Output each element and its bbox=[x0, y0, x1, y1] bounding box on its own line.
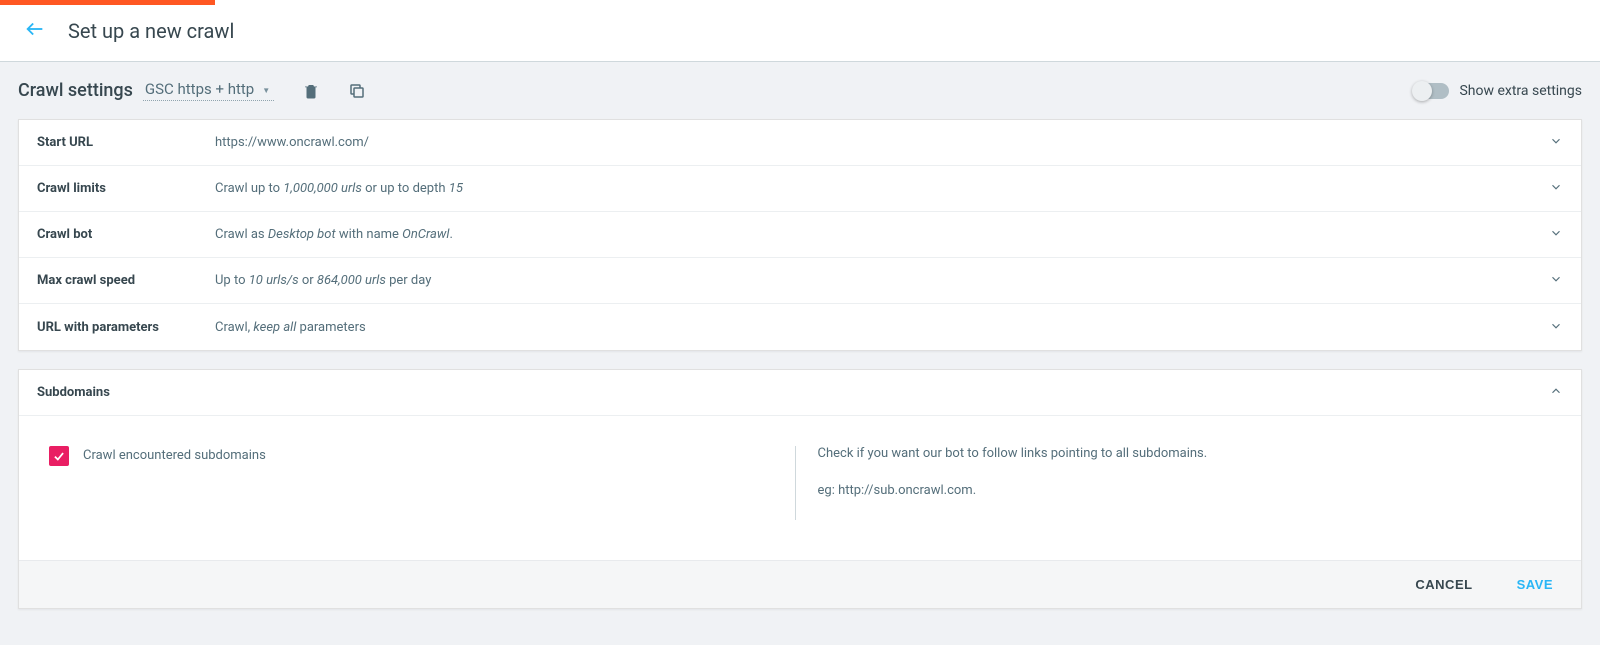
row-label: Start URL bbox=[37, 135, 215, 150]
chevron-down-icon bbox=[1549, 133, 1563, 152]
row-value: Up to 10 urls/s or 864,000 urls per day bbox=[215, 273, 1539, 288]
crawl-subdomains-label: Crawl encountered subdomains bbox=[83, 448, 266, 463]
save-button[interactable]: SAVE bbox=[1517, 577, 1553, 592]
subdomains-panel: Subdomains Crawl encountered subdomains … bbox=[18, 369, 1582, 609]
row-crawl-limits[interactable]: Crawl limits Crawl up to 1,000,000 urls … bbox=[19, 166, 1581, 212]
chevron-up-icon bbox=[1549, 383, 1563, 402]
crawl-settings-heading: Crawl settings bbox=[18, 80, 133, 101]
row-start-url[interactable]: Start URL https://www.oncrawl.com/ bbox=[19, 120, 1581, 166]
help-text-line1: Check if you want our bot to follow link… bbox=[818, 446, 1564, 461]
row-max-crawl-speed[interactable]: Max crawl speed Up to 10 urls/s or 864,0… bbox=[19, 258, 1581, 304]
row-value: Crawl as Desktop bot with name OnCrawl. bbox=[215, 227, 1539, 242]
chevron-down-icon bbox=[1549, 179, 1563, 198]
row-url-with-parameters[interactable]: URL with parameters Crawl, keep all para… bbox=[19, 304, 1581, 350]
profile-dropdown[interactable]: GSC https + http bbox=[143, 80, 274, 101]
subdomains-body: Crawl encountered subdomains Check if yo… bbox=[19, 416, 1581, 560]
page-title: Set up a new crawl bbox=[68, 19, 234, 43]
copy-icon[interactable] bbox=[348, 82, 366, 100]
chevron-down-icon bbox=[1549, 225, 1563, 244]
toggle-thumb bbox=[1412, 81, 1432, 101]
delete-icon[interactable] bbox=[302, 82, 320, 100]
row-crawl-bot[interactable]: Crawl bot Crawl as Desktop bot with name… bbox=[19, 212, 1581, 258]
settings-summary-panel: Start URL https://www.oncrawl.com/ Crawl… bbox=[18, 119, 1582, 351]
row-value: Crawl, keep all parameters bbox=[215, 320, 1539, 335]
row-subdomains-header[interactable]: Subdomains bbox=[19, 370, 1581, 416]
panel-footer: CANCEL SAVE bbox=[19, 560, 1581, 608]
chevron-down-icon bbox=[1549, 271, 1563, 290]
top-accent-bar bbox=[0, 0, 215, 5]
row-value: https://www.oncrawl.com/ bbox=[215, 135, 1539, 150]
extra-settings-label: Show extra settings bbox=[1459, 83, 1582, 99]
row-label: Crawl limits bbox=[37, 181, 215, 196]
row-label: Crawl bot bbox=[37, 227, 215, 242]
cancel-button[interactable]: CANCEL bbox=[1415, 577, 1472, 592]
row-label: Subdomains bbox=[37, 385, 215, 400]
back-arrow-icon[interactable] bbox=[24, 18, 46, 44]
row-label: URL with parameters bbox=[37, 320, 215, 335]
page-header: Set up a new crawl bbox=[0, 0, 1600, 62]
subdomains-help: Check if you want our bot to follow link… bbox=[795, 446, 1564, 520]
settings-toolbar: Crawl settings GSC https + http Show ext… bbox=[18, 80, 1582, 101]
crawl-subdomains-checkbox[interactable] bbox=[49, 446, 69, 466]
extra-settings-toggle[interactable] bbox=[1415, 83, 1449, 99]
row-label: Max crawl speed bbox=[37, 273, 215, 288]
row-value: Crawl up to 1,000,000 urls or up to dept… bbox=[215, 181, 1539, 196]
chevron-down-icon bbox=[1549, 318, 1563, 337]
help-text-line2: eg: http://sub.oncrawl.com. bbox=[818, 483, 1564, 498]
